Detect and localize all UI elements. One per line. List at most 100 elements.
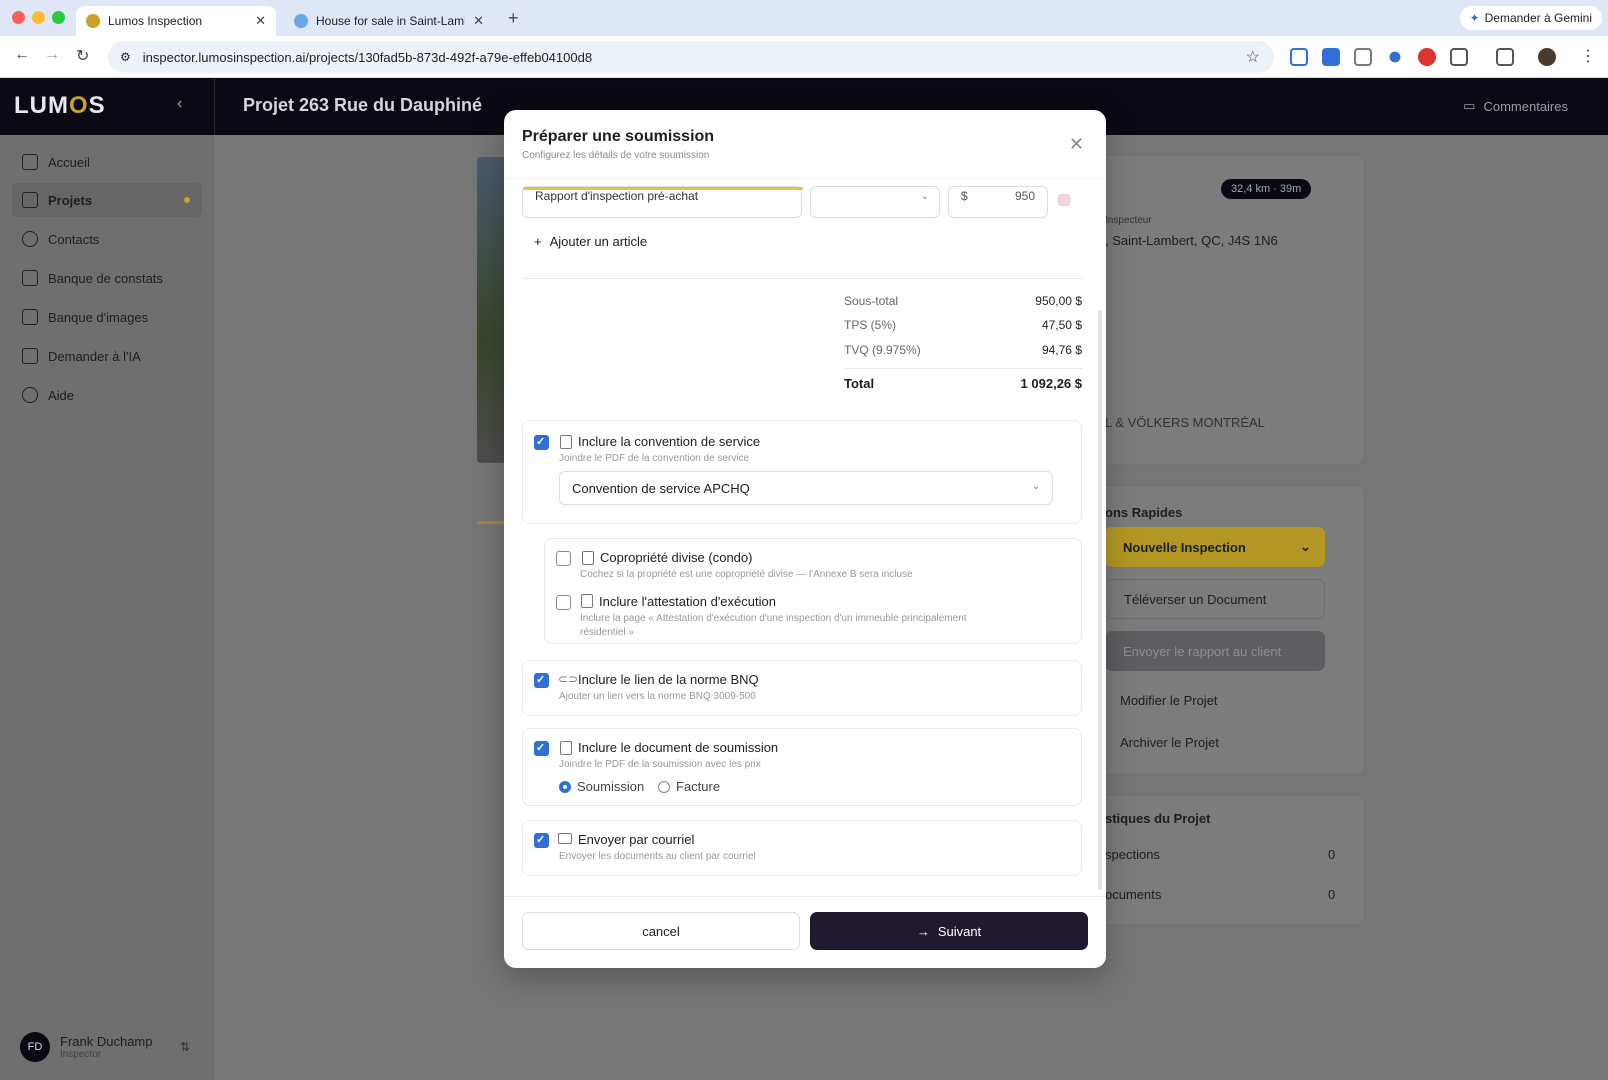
upload-document-button[interactable]: Téléverser un Document xyxy=(1105,579,1325,619)
sidebar-item-label: Banque d'images xyxy=(48,309,149,325)
tab-title: House for sale in Saint-Lamb xyxy=(316,14,466,28)
extension-red-icon[interactable] xyxy=(1418,48,1436,66)
user-menu-toggle-icon[interactable]: ⇅ xyxy=(180,1040,190,1054)
sidebar-item-label: Contacts xyxy=(48,231,100,247)
close-tab-icon[interactable]: ✕ xyxy=(473,13,484,29)
convention-select[interactable]: Convention de service APCHQ ⌄ xyxy=(559,471,1053,505)
next-label: Suivant xyxy=(937,923,982,939)
chevron-down-icon: ⌄ xyxy=(1031,481,1040,492)
plus-icon: + xyxy=(534,234,542,249)
prepare-quote-modal: Préparer une soumission Configurez les d… xyxy=(504,110,1106,968)
user-role: Inspector xyxy=(60,1049,102,1060)
sidebar-item-contacts[interactable]: Contacts xyxy=(12,222,202,256)
quick-actions-title: ons Rapides xyxy=(1105,505,1183,520)
active-indicator xyxy=(184,197,190,203)
stat-value: 0 xyxy=(1328,847,1336,862)
lumos-logo[interactable]: LUMOS xyxy=(14,92,106,120)
option-label: Inclure le document de soumission xyxy=(578,740,779,755)
maximize-window-icon[interactable] xyxy=(52,11,65,24)
sidebar-item-projets[interactable]: Projets xyxy=(12,183,202,217)
sidebar: Accueil Projets Contacts Banque de const… xyxy=(0,135,214,1080)
sidebar-item-banque-images[interactable]: Banque d'images xyxy=(12,300,202,334)
extension-translate-icon[interactable] xyxy=(1322,48,1340,66)
archive-project-link[interactable]: Archiver le Projet xyxy=(1120,735,1219,750)
address-bar[interactable]: ⚙ inspector.lumosinspection.ai/projects/… xyxy=(108,41,1274,73)
send-report-button[interactable]: Envoyer le rapport au client xyxy=(1105,631,1325,671)
bnq-checkbox[interactable] xyxy=(534,673,549,688)
comments-button[interactable]: ▭ Commentaires xyxy=(1463,98,1568,114)
add-article-label: Ajouter un article xyxy=(549,234,648,249)
image-icon xyxy=(22,309,38,325)
radio-soumission[interactable] xyxy=(559,781,571,793)
tab-search-icon[interactable] xyxy=(1496,48,1514,66)
modal-scrollbar[interactable] xyxy=(1098,310,1102,890)
condo-checkbox[interactable] xyxy=(556,551,571,566)
calculator-icon xyxy=(560,741,572,755)
bookmark-star-icon[interactable]: ☆ xyxy=(1246,47,1260,67)
attestation-checkbox[interactable] xyxy=(556,595,571,610)
line-item-description-input[interactable]: Rapport d'inspection pré-achat xyxy=(522,186,803,218)
sidebar-item-banque-constats[interactable]: Banque de constats xyxy=(12,261,202,295)
divider xyxy=(504,896,1106,897)
browser-tab-bar: Lumos Inspection ✕ House for sale in Sai… xyxy=(0,0,1608,36)
collapse-sidebar-icon[interactable]: ‹ xyxy=(177,95,182,113)
extensions-puzzle-icon[interactable] xyxy=(1450,48,1468,66)
option-desc: Cochez si la propriété est une coproprié… xyxy=(580,569,913,580)
browser-tab-house[interactable]: House for sale in Saint-Lamb ✕ xyxy=(284,6,494,36)
stats-title: stiques du Projet xyxy=(1105,811,1211,826)
option-desc: Inclure la page « Attestation d'exécutio… xyxy=(580,613,967,624)
user-profile[interactable]: FD Frank Duchamp Inspector xyxy=(20,1032,152,1062)
site-settings-icon[interactable]: ⚙ xyxy=(120,50,131,64)
sidebar-item-label: Aide xyxy=(48,387,75,403)
stat-label: spections xyxy=(1105,847,1160,862)
browser-menu-icon[interactable]: ⋮ xyxy=(1580,46,1596,66)
tab-title: Lumos Inspection xyxy=(108,14,203,28)
edit-project-link[interactable]: Modifier le Projet xyxy=(1120,693,1218,708)
gemini-button[interactable]: ✦ Demander à Gemini xyxy=(1459,6,1602,30)
extension-dot-icon[interactable] xyxy=(1389,51,1401,63)
forward-icon[interactable]: → xyxy=(44,46,60,64)
option-label: Inclure l'attestation d'exécution xyxy=(599,594,776,609)
profile-avatar-icon[interactable] xyxy=(1538,48,1556,66)
sidebar-item-demander-ia[interactable]: Demander à l'IA xyxy=(12,339,202,373)
line-item-type-select[interactable]: ⌄ xyxy=(810,186,940,218)
sidebar-item-accueil[interactable]: Accueil xyxy=(12,145,202,179)
close-window-icon[interactable] xyxy=(12,11,25,24)
service-convention-checkbox[interactable] xyxy=(534,435,549,450)
next-button[interactable]: → Suivant xyxy=(810,912,1088,950)
modal-title: Préparer une soumission xyxy=(522,128,715,145)
button-label: Nouvelle Inspection xyxy=(1123,539,1246,555)
logo-text: LUM xyxy=(14,92,69,119)
line-item-price: 950 xyxy=(1014,189,1035,203)
convention-selected: Convention de service APCHQ xyxy=(572,481,750,496)
browser-tab-lumos[interactable]: Lumos Inspection ✕ xyxy=(76,6,276,36)
browser-toolbar: ← → ↻ ⚙ inspector.lumosinspection.ai/pro… xyxy=(0,36,1608,78)
cancel-button[interactable]: cancel xyxy=(522,912,800,950)
quote-document-checkbox[interactable] xyxy=(534,741,549,756)
new-inspection-button[interactable]: Nouvelle Inspection ⌄ xyxy=(1105,527,1325,567)
extension-camera-icon[interactable] xyxy=(1354,48,1372,66)
option-desc: Joindre le PDF de la soumission avec les… xyxy=(559,759,761,770)
radio-facture[interactable] xyxy=(658,781,670,793)
reload-icon[interactable]: ↻ xyxy=(76,46,89,66)
document-icon xyxy=(581,594,593,608)
extension-table-icon[interactable] xyxy=(1290,48,1308,66)
email-checkbox[interactable] xyxy=(534,833,549,848)
email-card: Envoyer par courriel Envoyer les documen… xyxy=(522,820,1082,876)
close-icon[interactable]: ✕ xyxy=(1069,134,1084,155)
new-tab-icon[interactable]: + xyxy=(508,8,519,29)
minimize-window-icon[interactable] xyxy=(32,11,45,24)
subtotal-value: 950,00 $ xyxy=(1035,294,1082,308)
project-title: Projet 263 Rue du Dauphiné xyxy=(243,95,483,115)
divider xyxy=(214,78,215,135)
line-item-price-input[interactable]: $ 950 xyxy=(948,186,1048,218)
divider xyxy=(844,368,1082,369)
focus-bar xyxy=(523,187,803,190)
add-article-button[interactable]: + Ajouter un article xyxy=(534,234,647,249)
option-desc: Envoyer les documents au client par cour… xyxy=(559,851,756,862)
folder-icon xyxy=(22,192,38,208)
delete-line-icon[interactable] xyxy=(1058,194,1070,206)
close-tab-icon[interactable]: ✕ xyxy=(255,13,266,29)
sidebar-item-aide[interactable]: Aide xyxy=(12,378,202,412)
back-icon[interactable]: ← xyxy=(14,46,30,64)
